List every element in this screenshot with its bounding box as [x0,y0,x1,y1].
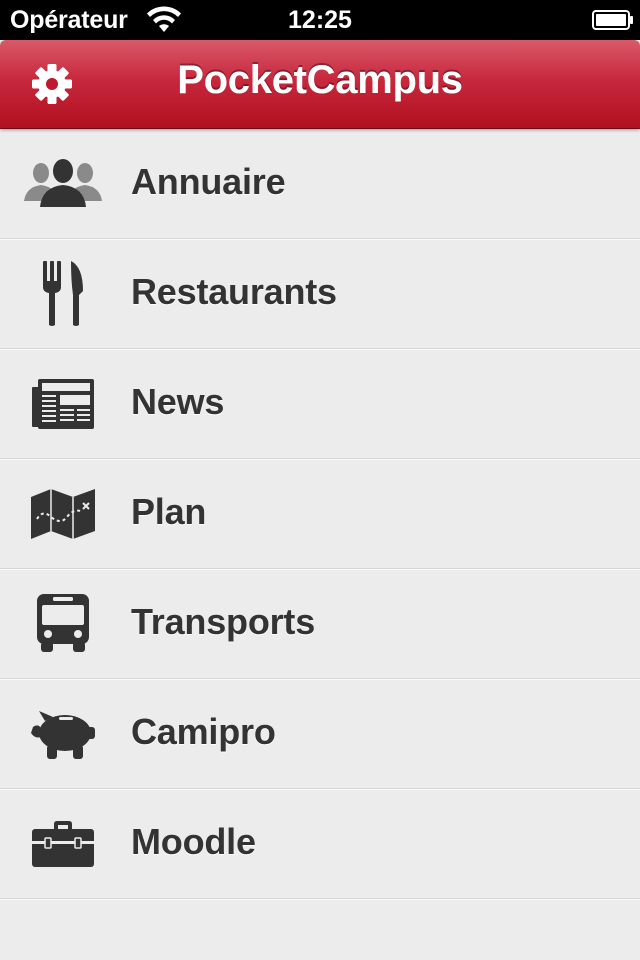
menu-item-label: News [131,381,225,422]
map-icon [22,481,104,547]
menu-item-label: Annuaire [131,161,286,202]
status-bar: Opérateur 12:25 [0,0,640,40]
status-time: 12:25 [288,6,352,34]
menu-item-label: Plan [131,491,207,532]
battery-icon [592,10,633,30]
menu-item-moodle[interactable]: Moodle [0,789,640,899]
menu-item-camipro[interactable]: Camipro [0,679,640,789]
fork-knife-icon [22,261,104,327]
briefcase-icon [22,811,104,877]
menu-item-transports[interactable]: Transports [0,569,640,679]
menu-item-label: Camipro [131,711,276,752]
menu-item-restaurants[interactable]: Restaurants [0,239,640,349]
bus-icon [22,591,104,657]
menu-item-news[interactable]: News [0,349,640,459]
menu-list: Annuaire Restaurants News Plan Transport… [0,129,640,899]
piggy-bank-icon [22,701,104,767]
screen: Opérateur 12:25 PocketCampus Annuaire Re… [0,0,640,960]
menu-item-label: Moodle [131,821,256,862]
page-title: PocketCampus [177,58,463,102]
newspaper-icon [22,371,104,437]
people-icon [22,151,104,217]
menu-item-label: Restaurants [131,271,337,312]
menu-item-plan[interactable]: Plan [0,459,640,569]
menu-item-label: Transports [131,601,316,642]
menu-item-annuaire[interactable]: Annuaire [0,129,640,239]
nav-bar: PocketCampus [0,40,640,129]
